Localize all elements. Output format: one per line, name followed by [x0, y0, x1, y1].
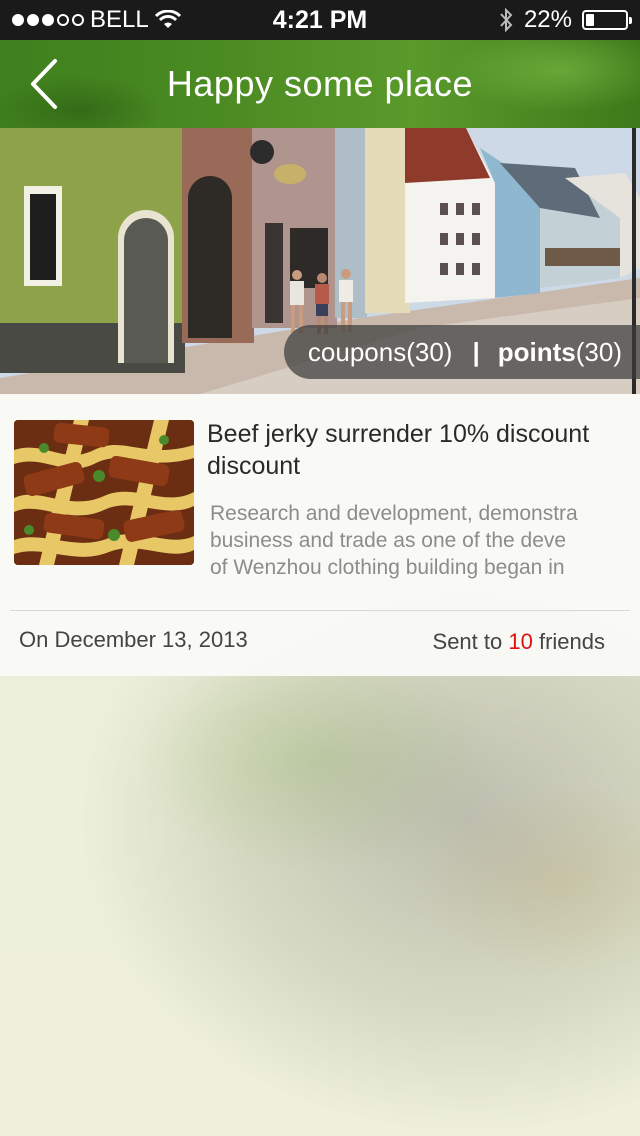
coupon-date: On December 13, 2013	[19, 627, 248, 652]
bluetooth-icon	[500, 7, 513, 33]
coupon-item[interactable]: Beef jerky surrender 10% discount discou…	[0, 394, 640, 604]
description-line: Research and development, demonstra	[210, 502, 578, 525]
signal-strength-icon	[12, 14, 84, 26]
coupons-count: (30)	[406, 336, 453, 367]
points-count: (30)	[575, 336, 622, 367]
sent-suffix: friends	[532, 629, 605, 654]
food-thumbnail	[14, 420, 194, 565]
description-line: of Wenzhou clothing building began in	[210, 556, 565, 579]
chevron-left-icon	[31, 59, 57, 109]
nav-bar: Happy some place	[0, 40, 640, 128]
food-image	[14, 420, 194, 565]
stat-divider: |	[472, 336, 480, 367]
coupons-label: coupons	[307, 336, 407, 367]
coupon-description: Research and development, demonstra busi…	[210, 500, 630, 582]
back-button[interactable]	[14, 54, 74, 114]
battery-icon	[582, 10, 632, 30]
status-right: 22%	[498, 6, 632, 34]
battery-percent: 22%	[523, 6, 572, 33]
points-stat[interactable]: points (30)	[498, 337, 622, 368]
points-label: points	[497, 336, 576, 367]
description-line: business and trade as one of the deve	[210, 529, 567, 552]
status-left: BELL	[12, 6, 181, 34]
hero-banner: coupons (30) | points (30)	[0, 128, 640, 394]
page-title: Happy some place	[166, 63, 474, 104]
wifi-icon	[154, 10, 181, 28]
divider	[10, 610, 630, 611]
sent-count: 10	[508, 629, 533, 654]
carrier-label: BELL	[90, 6, 149, 33]
status-bar: BELL 4:21 PM 22%	[0, 0, 640, 40]
coupon-card: Beef jerky surrender 10% discount discou…	[0, 394, 640, 676]
sent-to-friends: Sent to 10 friends	[433, 629, 605, 655]
coupon-title: Beef jerky surrender 10% discount discou…	[207, 420, 590, 480]
coupons-stat[interactable]: coupons (30)	[308, 337, 453, 368]
sent-prefix: Sent to	[432, 629, 509, 654]
hero-stats: coupons (30) | points (30)	[284, 325, 640, 379]
